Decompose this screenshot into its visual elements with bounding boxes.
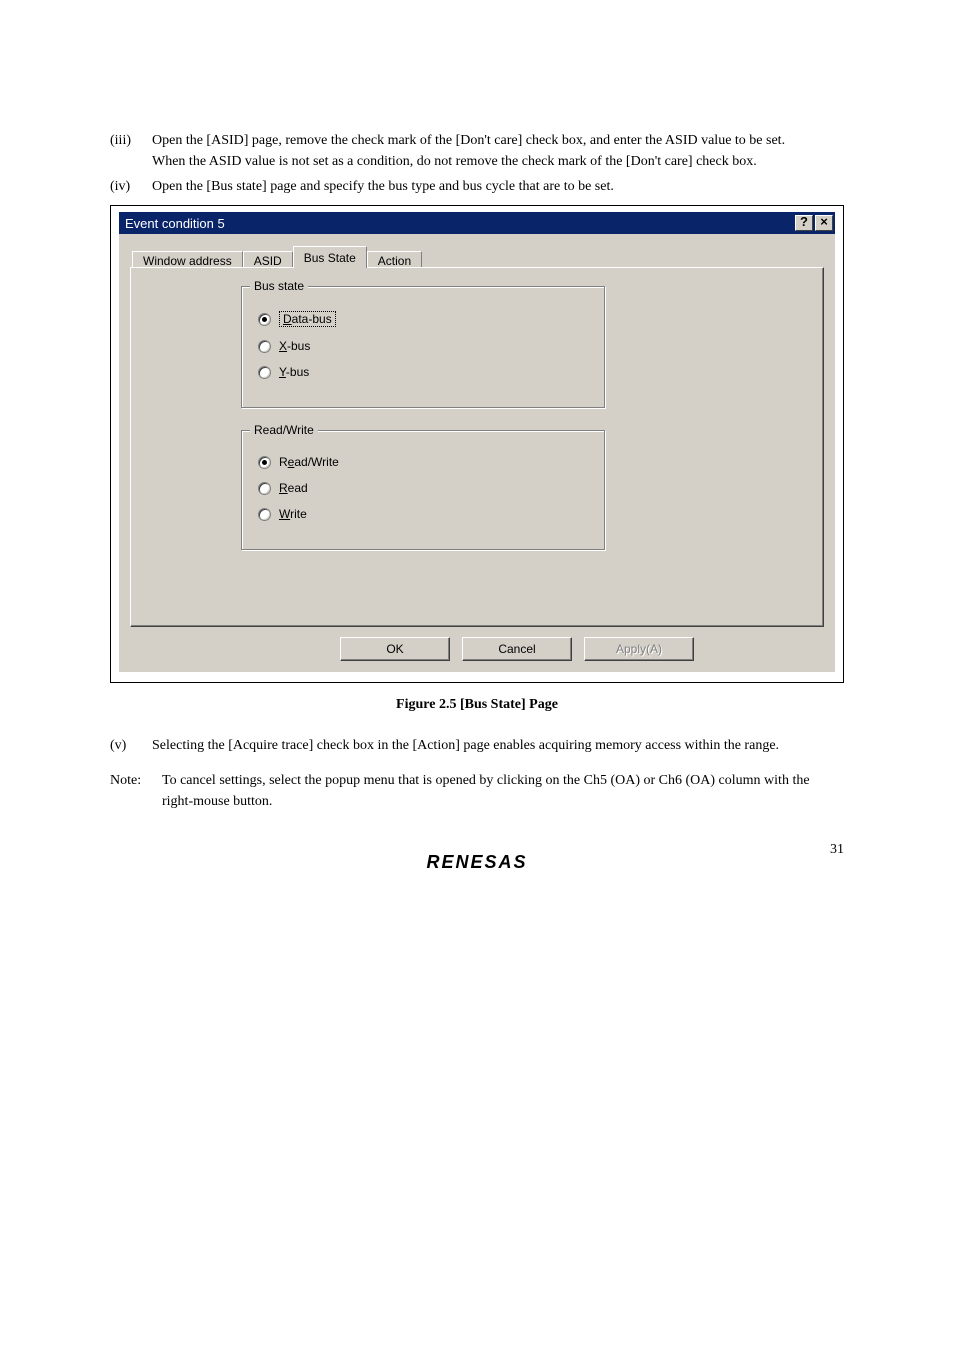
titlebar-buttons: ? × bbox=[795, 215, 833, 231]
list-item-iv: (iv) Open the [Bus state] page and speci… bbox=[110, 176, 844, 197]
titlebar: Event condition 5 ? × bbox=[119, 212, 835, 234]
radio-y-bus[interactable]: Y-bus bbox=[258, 365, 588, 379]
figure-frame: Event condition 5 ? × Window address ASI… bbox=[110, 205, 844, 683]
radio-icon bbox=[258, 456, 271, 469]
radio-data-bus[interactable]: Data-bus bbox=[258, 311, 588, 327]
cancel-button[interactable]: Cancel bbox=[462, 637, 572, 661]
list-number: (v) bbox=[110, 735, 152, 756]
radio-label: Data-bus bbox=[279, 311, 336, 327]
dialog-title: Event condition 5 bbox=[123, 216, 225, 231]
radio-icon bbox=[258, 366, 271, 379]
group-read-write: Read/Write Read/Write Read Write bbox=[241, 430, 605, 550]
radio-write[interactable]: Write bbox=[258, 507, 588, 521]
list-body: Open the [ASID] page, remove the check m… bbox=[152, 130, 844, 172]
radio-label: Read/Write bbox=[279, 455, 339, 469]
radio-icon bbox=[258, 313, 271, 326]
figure-caption: Figure 2.5 [Bus State] Page bbox=[110, 697, 844, 713]
help-button[interactable]: ? bbox=[795, 215, 813, 231]
radio-label: Y-bus bbox=[279, 365, 309, 379]
note-label: Note: bbox=[110, 770, 162, 812]
list-item-v: (v) Selecting the [Acquire trace] check … bbox=[110, 735, 844, 756]
group-legend: Bus state bbox=[250, 279, 308, 293]
radio-read[interactable]: Read bbox=[258, 481, 588, 495]
ok-button[interactable]: OK bbox=[340, 637, 450, 661]
radio-label: Read bbox=[279, 481, 308, 495]
dialog-button-row: OK Cancel Apply(A) bbox=[130, 637, 824, 661]
note: Note: To cancel settings, select the pop… bbox=[110, 770, 844, 812]
radio-icon bbox=[258, 340, 271, 353]
tab-pane-bus-state: Bus state Data-bus X-bus Y-bus bbox=[130, 267, 824, 627]
footer: RENESAS 31 bbox=[110, 852, 844, 892]
list-item-iii: (iii) Open the [ASID] page, remove the c… bbox=[110, 130, 844, 172]
note-body: To cancel settings, select the popup men… bbox=[162, 770, 844, 812]
list-number: (iv) bbox=[110, 176, 152, 197]
apply-button: Apply(A) bbox=[584, 637, 694, 661]
radio-label: Write bbox=[279, 507, 307, 521]
page-number: 31 bbox=[830, 842, 844, 858]
text: When the ASID value is not set as a cond… bbox=[152, 154, 757, 169]
group-legend: Read/Write bbox=[250, 423, 318, 437]
tab-strip: Window address ASID Bus State Action bbox=[132, 245, 824, 267]
renesas-logo: RENESAS bbox=[426, 852, 527, 873]
radio-read-write[interactable]: Read/Write bbox=[258, 455, 588, 469]
dialog-body: Window address ASID Bus State Action Bus… bbox=[119, 234, 835, 672]
tab-bus-state[interactable]: Bus State bbox=[293, 246, 367, 268]
radio-icon bbox=[258, 482, 271, 495]
dialog-event-condition: Event condition 5 ? × Window address ASI… bbox=[119, 212, 835, 672]
radio-x-bus[interactable]: X-bus bbox=[258, 339, 588, 353]
text: Open the [ASID] page, remove the check m… bbox=[152, 133, 785, 148]
radio-icon bbox=[258, 508, 271, 521]
radio-label: X-bus bbox=[279, 339, 310, 353]
list-body: Open the [Bus state] page and specify th… bbox=[152, 176, 844, 197]
list-number: (iii) bbox=[110, 130, 152, 172]
group-bus-state: Bus state Data-bus X-bus Y-bus bbox=[241, 286, 605, 408]
close-button[interactable]: × bbox=[815, 215, 833, 231]
list-body: Selecting the [Acquire trace] check box … bbox=[152, 735, 844, 756]
